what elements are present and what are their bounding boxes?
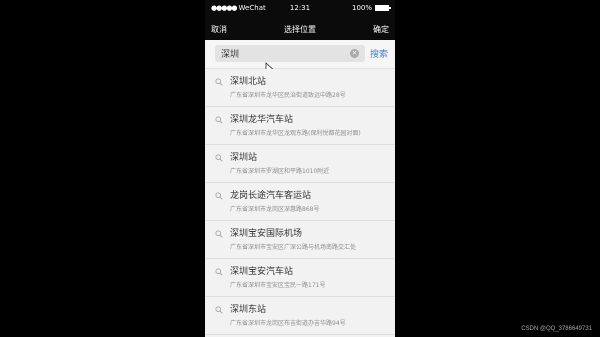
search-input[interactable] <box>221 48 339 59</box>
nav-bar: 取消 选择位置 确定 <box>205 18 395 40</box>
result-item[interactable]: 深圳北站 广东省深圳市龙华区民治街道致远中路28号 <box>205 69 395 107</box>
page-title: 选择位置 <box>284 25 316 34</box>
result-item[interactable]: 龙岗长途汽车客运站 广东省深圳市龙岗区深惠路868号 <box>205 183 395 221</box>
content-area: × 搜索 深圳北站 广东省深圳市龙华区民治街道致远中路28号 深圳龙华汽车站 广… <box>205 40 395 337</box>
confirm-button[interactable]: 确定 <box>373 24 389 35</box>
result-name: 深圳龙华汽车站 <box>230 115 294 125</box>
screen: ●●●●● WeChat 12:31 100% 取消 选择位置 确定 × 搜索 <box>0 0 600 337</box>
search-icon <box>215 230 223 238</box>
result-address: 广东省深圳市宝安区广深公路与机场南路交汇处 <box>230 244 357 251</box>
search-icon <box>215 78 223 86</box>
search-icon <box>215 116 223 124</box>
result-address: 广东省深圳市龙华区民治街道致远中路28号 <box>230 92 346 99</box>
search-box[interactable]: × <box>215 45 365 62</box>
result-name: 深圳宝安国际机场 <box>230 229 303 239</box>
result-name: 深圳东站 <box>230 305 267 315</box>
result-address: 广东省深圳市龙岗区深惠路868号 <box>230 206 320 213</box>
result-item[interactable]: 深圳宝安国际机场 广东省深圳市宝安区广深公路与机场南路交汇处 <box>205 221 395 259</box>
result-address: 广东省深圳市龙岗区布吉街道办吉华路94号 <box>230 320 346 327</box>
result-item[interactable]: 深圳宝安汽车站 广东省深圳市宝安区宝民一路171号 <box>205 259 395 297</box>
search-row: × 搜索 <box>205 40 395 69</box>
search-icon <box>215 154 223 162</box>
result-address: 广东省深圳市罗湖区和平路1010附近 <box>230 168 330 175</box>
result-name: 深圳北站 <box>230 77 267 87</box>
result-name: 深圳宝安汽车站 <box>230 267 294 277</box>
phone-frame: ●●●●● WeChat 12:31 100% 取消 选择位置 确定 × 搜索 <box>205 0 395 337</box>
status-bar: ●●●●● WeChat 12:31 100% <box>205 0 395 18</box>
result-name: 深圳站 <box>230 153 258 163</box>
clear-icon[interactable]: × <box>350 49 359 58</box>
search-icon <box>215 192 223 200</box>
result-item[interactable]: 深圳东站 广东省深圳市龙岗区布吉街道办吉华路94号 <box>205 297 395 335</box>
result-item[interactable]: 深圳站 广东省深圳市罗湖区和平路1010附近 <box>205 145 395 183</box>
result-address: 广东省深圳市宝安区宝民一路171号 <box>230 282 326 289</box>
watermark: CSDN @QQ_3786649731 <box>521 326 592 332</box>
search-button[interactable]: 搜索 <box>370 47 388 60</box>
search-icon <box>215 306 223 314</box>
search-icon <box>215 268 223 276</box>
battery-icon <box>375 5 391 11</box>
results-list: 深圳北站 广东省深圳市龙华区民治街道致远中路28号 深圳龙华汽车站 广东省深圳市… <box>205 69 395 335</box>
result-name: 龙岗长途汽车客运站 <box>230 191 312 201</box>
battery-percent: 100% <box>351 4 372 12</box>
status-right: 100% <box>351 4 391 12</box>
result-address: 广东省深圳市龙华区龙观东路(保利悦都花园对面) <box>230 130 361 137</box>
result-item[interactable]: 深圳龙华汽车站 广东省深圳市龙华区龙观东路(保利悦都花园对面) <box>205 107 395 145</box>
